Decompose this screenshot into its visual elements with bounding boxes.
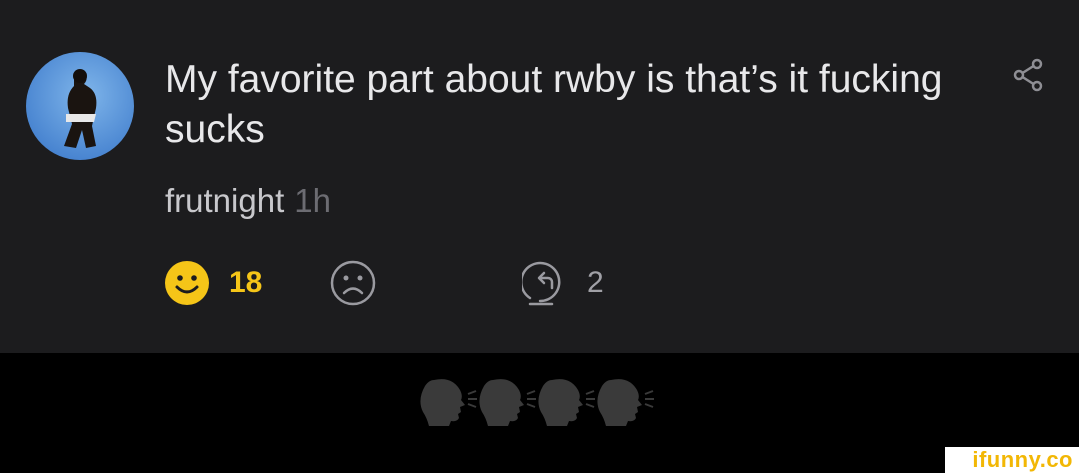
smile-count: 18	[229, 266, 263, 299]
speaking-head-icon	[479, 379, 536, 426]
smile-icon[interactable]	[162, 258, 212, 308]
frown-icon[interactable]	[328, 258, 378, 308]
reply-icon[interactable]	[522, 258, 572, 308]
comment-text: My favorite part about rwby is that’s it…	[165, 58, 943, 151]
comment-card: My favorite part about rwby is that’s it…	[0, 0, 1079, 353]
reply-count: 2	[587, 266, 604, 299]
username[interactable]: frutnight	[165, 182, 284, 219]
ifunny-watermark: ifunny.co	[945, 447, 1079, 473]
avatar-image	[26, 52, 134, 160]
user-avatar[interactable]	[26, 52, 134, 160]
timestamp: 1h	[294, 182, 331, 219]
comment-meta: frutnight 1h	[165, 181, 331, 221]
comment-actions: 18 2	[162, 258, 662, 308]
speaking-head-icon	[420, 379, 477, 426]
speaking-head-icon	[538, 379, 595, 426]
speaking-head-emoji-row	[420, 376, 670, 426]
share-icon[interactable]	[1011, 58, 1045, 92]
speaking-head-icon	[597, 379, 654, 426]
